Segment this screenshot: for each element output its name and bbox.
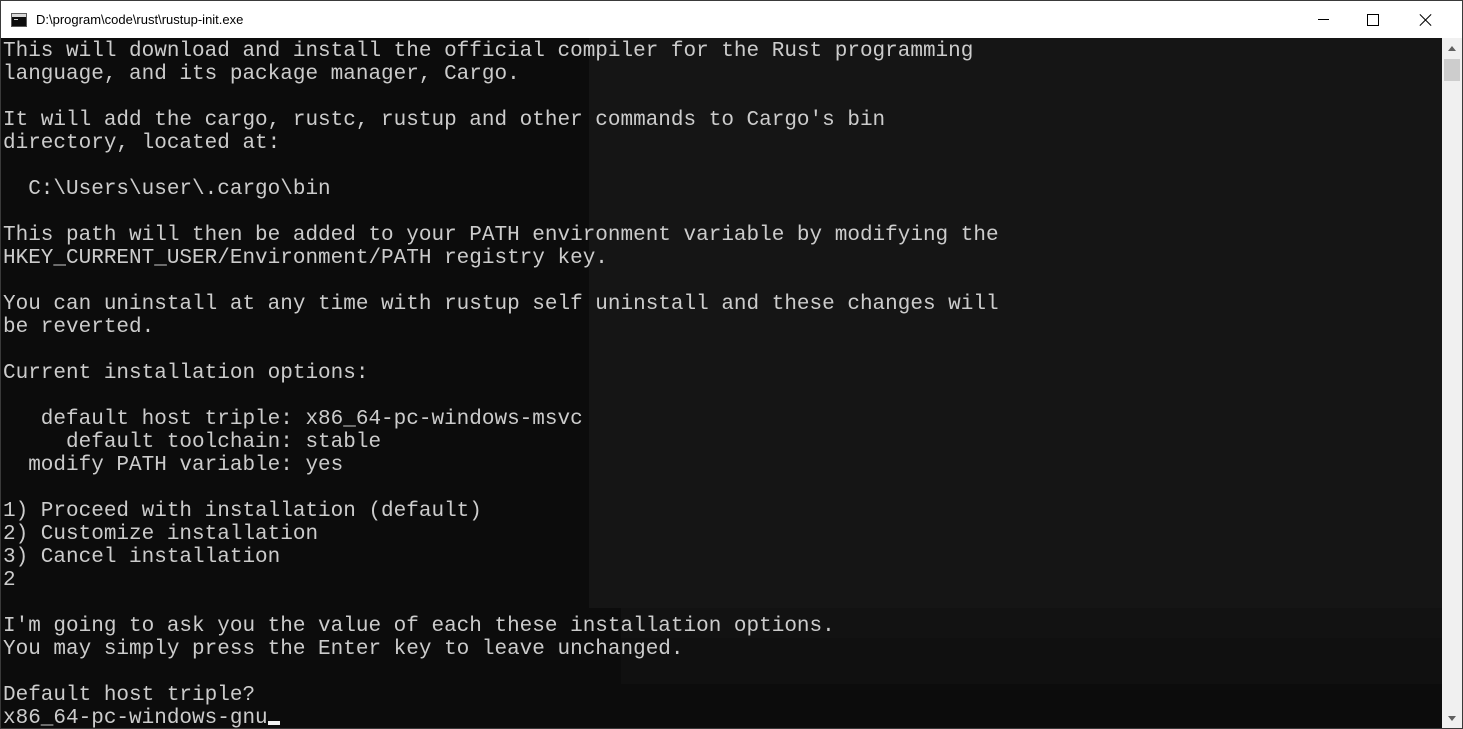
console-line: I'm going to ask you the value of each t… bbox=[3, 615, 835, 638]
console-text: This will download and install the offic… bbox=[3, 40, 999, 728]
title-bar[interactable]: D:\program\code\rust\rustup-init.exe bbox=[1, 1, 1462, 38]
console-line: default toolchain: stable bbox=[3, 431, 382, 454]
console-line: Default host triple? bbox=[3, 684, 256, 707]
console-line: You may simply press the Enter key to le… bbox=[3, 638, 684, 661]
scroll-down-button[interactable] bbox=[1442, 708, 1462, 728]
console-window: D:\program\code\rust\rustup-init.exe Thi… bbox=[0, 0, 1463, 729]
arrow-up-icon bbox=[1448, 45, 1456, 51]
console-line: 3) Cancel installation bbox=[3, 546, 281, 569]
console-line: 2) Customize installation bbox=[3, 523, 319, 546]
console-input-value[interactable]: x86_64-pc-windows-gnu bbox=[3, 707, 268, 728]
text-cursor bbox=[267, 721, 280, 725]
close-button[interactable] bbox=[1401, 1, 1451, 38]
console-line: C:\Users\user\.cargo\bin bbox=[3, 178, 331, 201]
console-line: directory, located at: bbox=[3, 132, 281, 155]
console-line: This will download and install the offic… bbox=[3, 40, 974, 63]
minimize-icon bbox=[1317, 19, 1329, 20]
minimize-button[interactable] bbox=[1298, 1, 1348, 38]
console-input-line[interactable]: x86_64-pc-windows-gnu bbox=[3, 707, 999, 728]
console-line: 2 bbox=[3, 569, 16, 592]
console-line: 1) Proceed with installation (default) bbox=[3, 500, 482, 523]
console-line: You can uninstall at any time with rustu… bbox=[3, 293, 999, 316]
console-line: modify PATH variable: yes bbox=[3, 454, 344, 477]
console-line: This path will then be added to your PAT… bbox=[3, 224, 999, 247]
console-line: default host triple: x86_64-pc-windows-m… bbox=[3, 408, 583, 431]
console-output[interactable]: This will download and install the offic… bbox=[1, 38, 1442, 728]
console-icon bbox=[11, 12, 27, 27]
console-line: language, and its package manager, Cargo… bbox=[3, 63, 520, 86]
console-line: be reverted. bbox=[3, 316, 155, 339]
arrow-down-icon bbox=[1448, 715, 1456, 721]
console-line: It will add the cargo, rustc, rustup and… bbox=[3, 109, 886, 132]
scroll-thumb[interactable] bbox=[1444, 59, 1460, 81]
vertical-scrollbar[interactable] bbox=[1442, 38, 1462, 728]
console-line: Current installation options: bbox=[3, 362, 369, 385]
maximize-icon bbox=[1367, 13, 1379, 26]
console-line: HKEY_CURRENT_USER/Environment/PATH regis… bbox=[3, 247, 608, 270]
close-icon bbox=[1419, 13, 1433, 27]
maximize-button[interactable] bbox=[1348, 1, 1398, 38]
window-title: D:\program\code\rust\rustup-init.exe bbox=[36, 12, 244, 27]
scroll-up-button[interactable] bbox=[1442, 38, 1462, 58]
